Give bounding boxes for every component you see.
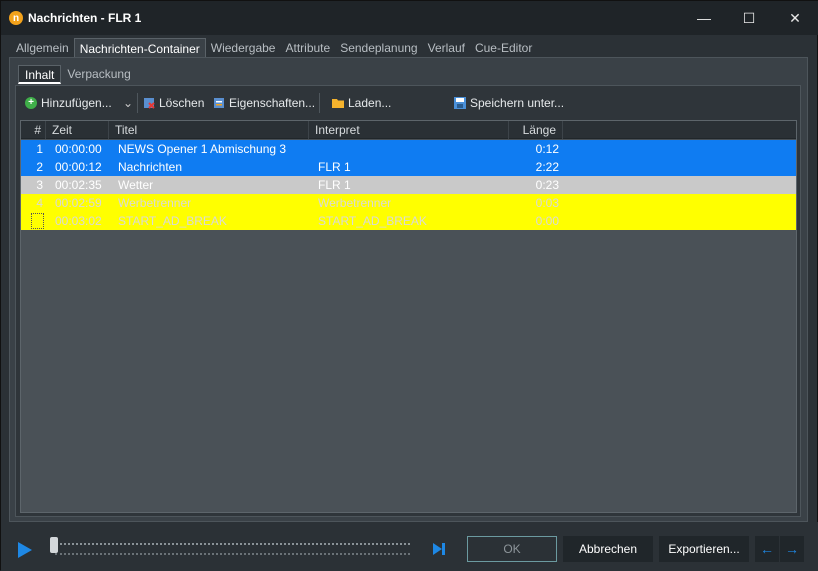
app-logo-icon: n xyxy=(9,11,23,25)
tab-allgemein[interactable]: Allgemein xyxy=(11,38,74,58)
row-title: Nachrichten xyxy=(118,160,183,174)
properties-icon xyxy=(214,98,224,108)
slider-thumb[interactable] xyxy=(50,537,58,553)
row-length: 0:00 xyxy=(535,214,559,228)
properties-button[interactable]: Eigenschaften... xyxy=(213,91,315,115)
tab-attribute[interactable]: Attribute xyxy=(280,38,335,58)
main-tab-bar: Allgemein Nachrichten-Container Wiederga… xyxy=(11,38,537,58)
row-artist: FLR 1 xyxy=(318,178,351,192)
row-length: 0:03 xyxy=(535,196,559,210)
row-time: 00:00:12 xyxy=(55,160,102,174)
tab-verlauf[interactable]: Verlauf xyxy=(423,38,470,58)
column-header-number[interactable]: # xyxy=(21,121,46,139)
row-time: 00:00:00 xyxy=(55,142,102,156)
row-title: START_AD_BREAK xyxy=(118,214,227,228)
next-button[interactable]: → xyxy=(780,536,804,562)
load-label: Laden... xyxy=(348,96,392,110)
row-title: Werbetrenner xyxy=(118,196,192,210)
row-time: 00:03:02 xyxy=(55,214,102,228)
add-button[interactable]: + Hinzufügen... xyxy=(25,91,112,115)
ok-button[interactable]: OK xyxy=(467,536,557,562)
row-artist: START_AD_BREAK xyxy=(318,214,427,228)
cancel-button[interactable]: Abbrechen xyxy=(563,536,653,562)
save-icon xyxy=(454,97,466,109)
add-dropdown-button[interactable]: ⌄ xyxy=(123,91,133,115)
chevron-down-icon: ⌄ xyxy=(123,96,134,110)
table-row[interactable]: 3 00:02:35 Wetter FLR 1 0:23 xyxy=(21,176,796,194)
row-number: 4 xyxy=(36,196,43,210)
playback-slider[interactable] xyxy=(50,537,412,559)
save-as-label: Speichern unter... xyxy=(470,96,565,110)
table-row[interactable]: 2 00:00:12 Nachrichten FLR 1 2:22 xyxy=(21,158,796,176)
tab-inhalt[interactable]: Inhalt xyxy=(18,65,62,84)
row-title: Wetter xyxy=(118,178,154,192)
play-icon[interactable] xyxy=(18,542,32,558)
previous-button[interactable]: ← xyxy=(755,536,779,562)
properties-label: Eigenschaften... xyxy=(229,96,316,110)
tab-sendeplanung[interactable]: Sendeplanung xyxy=(335,38,422,58)
column-header-time[interactable]: Zeit xyxy=(46,121,109,139)
column-header-title[interactable]: Titel xyxy=(109,121,309,139)
row-time: 00:02:35 xyxy=(55,178,102,192)
table-row[interactable]: 1 00:00:00 NEWS Opener 1 Abmischung 3 0:… xyxy=(21,140,796,158)
focus-marker xyxy=(31,213,44,229)
tab-verpackung[interactable]: Verpackung xyxy=(61,65,136,84)
toolbar-separator xyxy=(319,93,320,113)
tab-wiedergabe[interactable]: Wiedergabe xyxy=(206,38,281,58)
delete-icon xyxy=(144,98,155,109)
folder-icon xyxy=(332,99,344,108)
skip-to-end-icon[interactable] xyxy=(432,542,446,556)
window-title: Nachrichten - FLR 1 xyxy=(28,11,142,25)
content-table[interactable]: # Zeit Titel Interpret Länge 1 00:00:00 … xyxy=(20,120,797,513)
column-header-artist[interactable]: Interpret xyxy=(309,121,509,139)
add-icon: + xyxy=(25,97,37,109)
row-artist: FLR 1 xyxy=(318,160,351,174)
toolbar: + Hinzufügen... ⌄ Löschen Eigenschaften.… xyxy=(23,91,793,115)
row-length: 2:22 xyxy=(535,160,559,174)
row-number: 1 xyxy=(36,142,43,156)
slider-track xyxy=(55,543,410,545)
row-artist: Werbetrenner xyxy=(318,196,392,210)
delete-button[interactable]: Löschen xyxy=(143,91,204,115)
minimize-button[interactable]: — xyxy=(681,1,727,35)
table-row[interactable]: 00:03:02 START_AD_BREAK START_AD_BREAK 0… xyxy=(21,212,796,230)
row-title: NEWS Opener 1 Abmischung 3 xyxy=(118,142,287,156)
row-length: 0:23 xyxy=(535,178,559,192)
close-button[interactable]: ✕ xyxy=(772,1,818,35)
tab-nachrichten-container[interactable]: Nachrichten-Container xyxy=(73,38,206,58)
save-as-button[interactable]: Speichern unter... xyxy=(454,91,564,115)
row-number: 2 xyxy=(36,160,43,174)
maximize-button[interactable]: ☐ xyxy=(726,1,772,35)
slider-ticks xyxy=(55,553,410,557)
delete-label: Löschen xyxy=(159,96,205,110)
export-button[interactable]: Exportieren... xyxy=(659,536,749,562)
sub-tab-bar: Inhalt Verpackung xyxy=(18,65,137,84)
toolbar-separator xyxy=(137,93,138,113)
row-time: 00:02:59 xyxy=(55,196,102,210)
table-header: # Zeit Titel Interpret Länge xyxy=(21,121,796,139)
dialog-window: n Nachrichten - FLR 1 — ☐ ✕ Allgemein Na… xyxy=(0,0,818,571)
title-bar: n Nachrichten - FLR 1 — ☐ ✕ xyxy=(1,1,818,35)
table-row[interactable]: 4 00:02:59 Werbetrenner Werbetrenner 0:0… xyxy=(21,194,796,212)
column-header-length[interactable]: Länge xyxy=(509,121,563,139)
load-button[interactable]: Laden... xyxy=(332,91,391,115)
add-label: Hinzufügen... xyxy=(41,96,112,110)
tab-cue-editor[interactable]: Cue-Editor xyxy=(470,38,537,58)
row-length: 0:12 xyxy=(535,142,559,156)
row-number: 3 xyxy=(36,178,43,192)
